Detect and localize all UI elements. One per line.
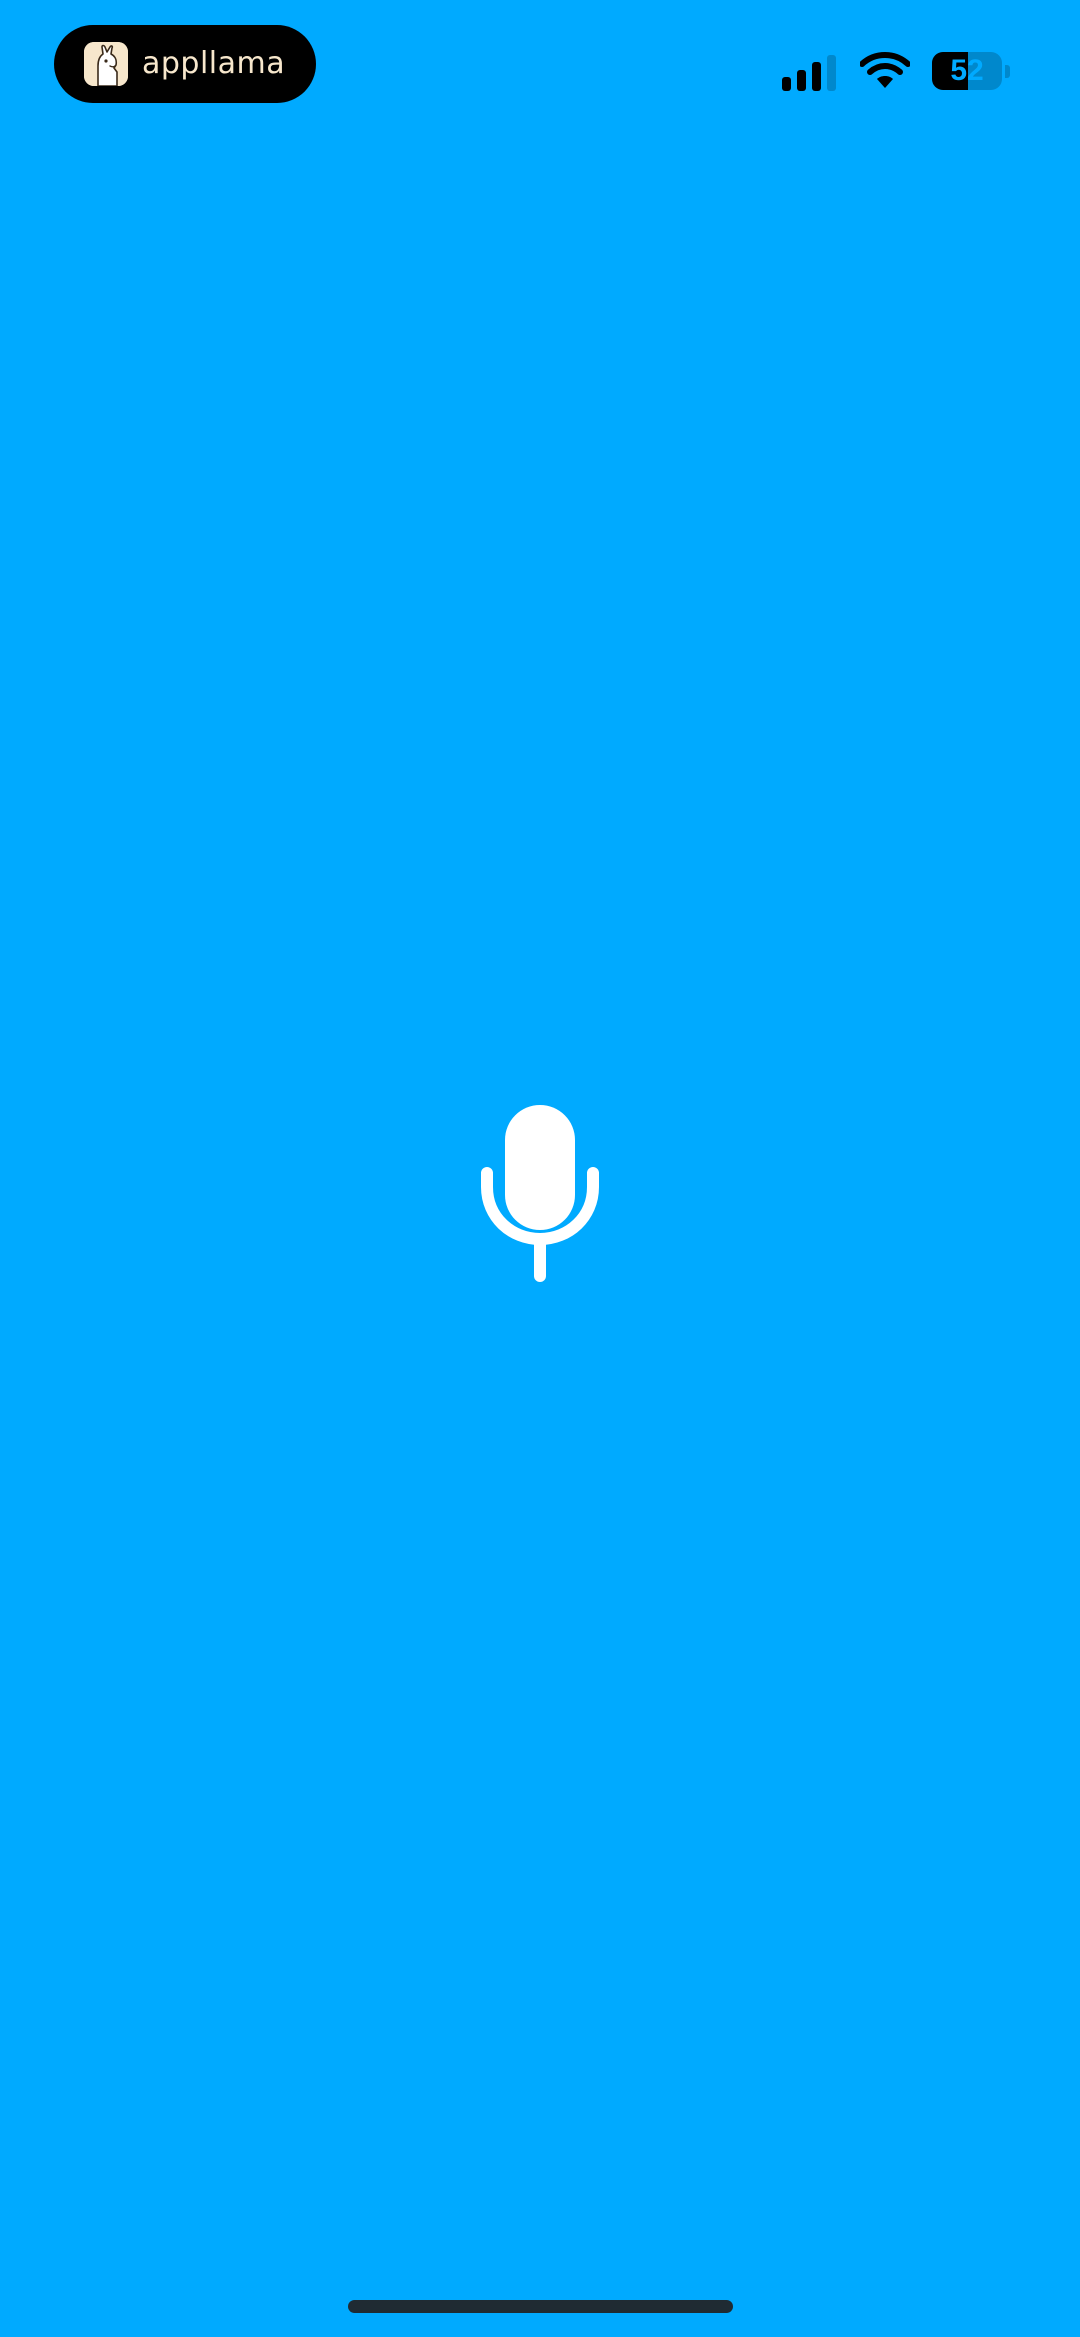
microphone-icon[interactable] (480, 1105, 600, 1283)
cellular-signal-icon (782, 51, 838, 91)
status-bar: 52 (782, 48, 1010, 94)
voice-input-screen: appllama 52 (0, 0, 1080, 2337)
home-indicator[interactable] (348, 2300, 733, 2313)
llama-icon (84, 42, 128, 86)
app-name: appllama (142, 46, 286, 81)
wifi-icon (860, 52, 910, 88)
battery-level: 52 (950, 54, 984, 87)
app-badge[interactable]: appllama (54, 25, 316, 103)
battery-icon: 52 (932, 52, 1010, 90)
